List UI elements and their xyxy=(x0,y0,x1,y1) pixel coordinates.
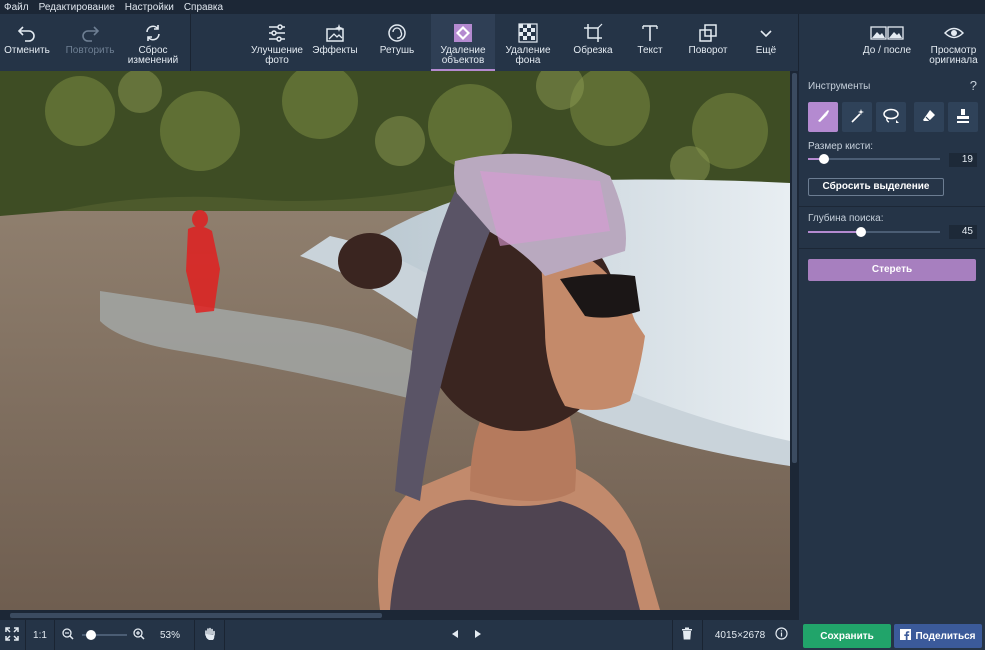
next-photo-button[interactable] xyxy=(470,620,486,650)
eraser-tool-button[interactable] xyxy=(914,102,944,132)
text-button[interactable]: Текст xyxy=(624,14,676,71)
text-icon xyxy=(640,20,660,46)
lasso-tool-button[interactable] xyxy=(876,102,906,132)
arrow-right-icon xyxy=(473,629,483,642)
sliders-icon xyxy=(267,20,287,46)
previous-photo-button[interactable] xyxy=(447,620,463,650)
horizontal-scroll-thumb[interactable] xyxy=(10,613,382,618)
actual-size-button[interactable]: 1:1 xyxy=(27,620,53,650)
info-button[interactable] xyxy=(772,620,790,650)
brush-size-slider[interactable] xyxy=(808,154,940,164)
chevron-down-icon xyxy=(759,20,773,46)
search-depth-input[interactable]: 45 xyxy=(949,225,977,239)
crop-icon xyxy=(583,20,603,46)
pan-tool-button[interactable] xyxy=(198,620,222,650)
share-label: Поделиться xyxy=(915,630,976,642)
menu-settings[interactable]: Настройки xyxy=(121,2,180,13)
help-icon[interactable]: ? xyxy=(970,78,977,93)
brush-size-input[interactable]: 19 xyxy=(949,153,977,167)
undo-button[interactable]: Отменить xyxy=(0,14,54,71)
fit-screen-icon xyxy=(5,626,19,644)
tools-panel: Инструменты ? Размер кисти: 19 Сбросить … xyxy=(799,71,985,620)
undo-icon xyxy=(17,20,37,46)
reset-selection-button[interactable]: Сбросить выделение xyxy=(808,178,944,196)
view-original-button[interactable]: Просмотр оригинала xyxy=(922,14,985,71)
zoom-slider[interactable] xyxy=(82,630,127,640)
erase-button[interactable]: Стереть xyxy=(808,259,976,281)
eye-icon xyxy=(943,20,964,46)
background-removal-button[interactable]: Удаление фона xyxy=(499,14,557,71)
zoom-in-button[interactable] xyxy=(131,620,147,650)
status-bar: 1:1 53% 4015×2678 Сохранить Поделиться xyxy=(0,620,985,650)
search-depth-slider[interactable] xyxy=(808,227,940,237)
image-dimensions: 4015×2678 xyxy=(714,629,766,641)
vertical-scrollbar[interactable] xyxy=(790,71,799,610)
brush-tool-button[interactable] xyxy=(808,102,838,132)
before-after-icon xyxy=(870,20,904,46)
rotate-icon xyxy=(698,20,718,46)
panel-title: Инструменты xyxy=(808,81,871,92)
brush-size-label: Размер кисти: xyxy=(808,141,874,152)
menu-bar: Файл Редактирование Настройки Справка xyxy=(0,0,985,14)
search-depth-slider-knob[interactable] xyxy=(856,227,866,237)
share-button[interactable]: Поделиться xyxy=(894,624,982,648)
object-removal-icon xyxy=(452,20,474,46)
brush-icon xyxy=(815,108,831,127)
more-button[interactable]: Ещё xyxy=(744,14,788,71)
horizontal-scrollbar[interactable] xyxy=(0,610,799,620)
zoom-in-icon xyxy=(133,627,145,643)
vertical-scroll-thumb[interactable] xyxy=(792,73,797,463)
trash-icon xyxy=(681,627,693,643)
facebook-icon xyxy=(900,629,912,643)
redo-button[interactable]: Повторить xyxy=(60,14,120,71)
fit-screen-button[interactable] xyxy=(0,620,24,650)
face-icon xyxy=(387,20,407,46)
magic-wand-tool-button[interactable] xyxy=(842,102,872,132)
eraser-icon xyxy=(921,108,937,127)
magic-wand-icon xyxy=(849,108,865,127)
effects-icon xyxy=(325,20,345,46)
stamp-tool-button[interactable] xyxy=(948,102,978,132)
zoom-out-icon xyxy=(62,627,74,643)
stamp-icon xyxy=(955,108,971,127)
menu-edit[interactable]: Редактирование xyxy=(35,2,121,13)
menu-help[interactable]: Справка xyxy=(180,2,229,13)
enhance-photo-button[interactable]: Улучшение фото xyxy=(246,14,308,71)
save-button[interactable]: Сохранить xyxy=(803,624,891,648)
search-depth-label: Глубина поиска: xyxy=(808,213,884,224)
lasso-icon xyxy=(882,108,900,127)
zoom-out-button[interactable] xyxy=(60,620,76,650)
brush-size-slider-knob[interactable] xyxy=(819,154,829,164)
before-after-button[interactable]: До / после xyxy=(856,14,918,71)
refresh-icon xyxy=(143,20,163,46)
crop-button[interactable]: Обрезка xyxy=(566,14,620,71)
beach-photo xyxy=(0,71,790,610)
zoom-slider-knob[interactable] xyxy=(86,630,96,640)
hand-icon xyxy=(203,627,217,644)
effects-button[interactable]: Эффекты xyxy=(308,14,362,71)
redo-icon xyxy=(80,20,100,46)
retouch-button[interactable]: Ретушь xyxy=(368,14,426,71)
background-removal-icon xyxy=(518,20,538,46)
info-icon xyxy=(774,627,788,643)
delete-button[interactable] xyxy=(678,620,696,650)
reset-changes-button[interactable]: Сброс изменений xyxy=(122,14,184,71)
object-removal-button[interactable]: Удаление объектов xyxy=(431,14,495,71)
arrow-left-icon xyxy=(450,629,460,642)
rotate-button[interactable]: Поворот xyxy=(680,14,736,71)
main-toolbar: Отменить Повторить Сброс изменений Улучш… xyxy=(0,14,985,71)
menu-file[interactable]: Файл xyxy=(0,2,35,13)
zoom-level: 53% xyxy=(159,629,180,641)
photo-canvas[interactable] xyxy=(0,71,790,610)
